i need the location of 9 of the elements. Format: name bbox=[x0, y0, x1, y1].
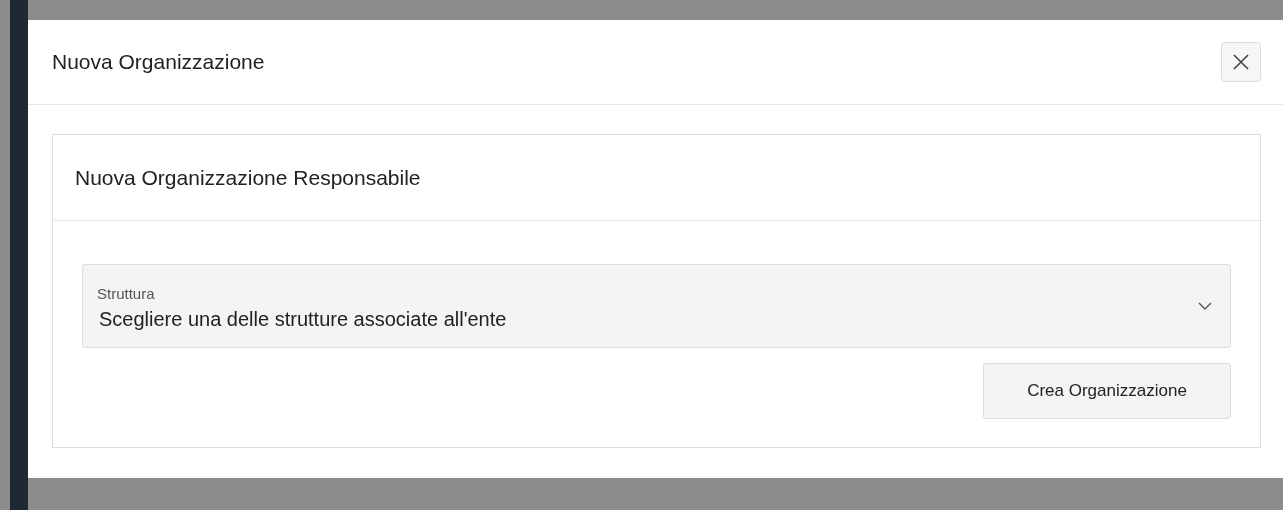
field-label: Struttura bbox=[97, 285, 156, 302]
select-field[interactable]: Struttura Scegliere una delle strutture associate all'ente bbox=[82, 264, 1231, 348]
create-button[interactable]: Crea Organizzazione bbox=[983, 363, 1231, 419]
dialog-title: Nuova Organizzazione bbox=[52, 50, 265, 74]
close-button[interactable] bbox=[1221, 42, 1261, 82]
field-placeholder: Scegliere una delle strutture associate all'ente bbox=[98, 308, 507, 331]
chevron-down-icon bbox=[1198, 301, 1212, 311]
card-title: Nuova Organizzazione Responsabile bbox=[75, 165, 421, 190]
close-icon bbox=[1232, 53, 1250, 71]
